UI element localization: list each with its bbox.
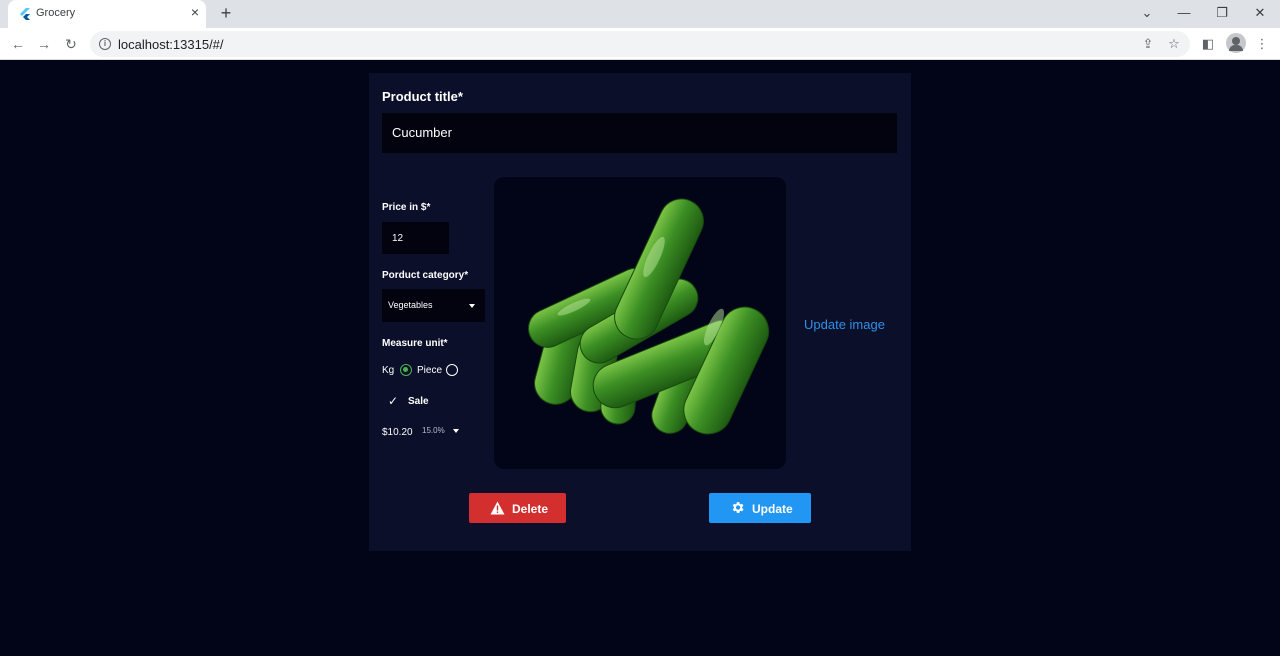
new-tab-button[interactable]: +	[217, 4, 235, 22]
url-text[interactable]: localhost:13315/#/	[118, 37, 224, 52]
cucumber-image	[527, 198, 770, 435]
product-title-label: Product title*	[382, 89, 463, 104]
site-info-icon[interactable]: i	[99, 38, 111, 50]
menu-dots-icon[interactable]: ⋮	[1253, 35, 1271, 53]
bookmark-star-icon[interactable]: ☆	[1166, 36, 1182, 52]
radio-kg[interactable]	[400, 364, 412, 376]
sale-percent-value: 15.0%	[422, 426, 445, 435]
radio-label-kg: Kg	[382, 365, 395, 376]
flutter-icon	[20, 8, 30, 20]
gear-icon	[732, 502, 744, 513]
reload-icon[interactable]: ↻	[62, 35, 80, 53]
tab-strip: Grocery × + ⌄ — ❐ ✕	[0, 0, 1280, 28]
radio-label-piece: Piece	[417, 365, 443, 376]
product-image	[494, 177, 786, 469]
share-icon[interactable]: ⇪	[1140, 36, 1156, 52]
sale-label: Sale	[408, 396, 429, 407]
forward-icon[interactable]: →	[35, 35, 53, 53]
side-panel-icon[interactable]: ◧	[1199, 35, 1217, 53]
dropdown-arrow-icon	[469, 304, 475, 308]
measure-unit-label: Measure unit*	[382, 338, 448, 349]
category-label: Porduct category*	[382, 270, 469, 281]
tab-close-icon[interactable]: ×	[188, 5, 202, 19]
radio-piece[interactable]	[446, 364, 458, 376]
warning-icon	[490, 501, 505, 515]
profile-avatar[interactable]	[1226, 33, 1246, 53]
category-dropdown[interactable]: Vegetables	[382, 289, 485, 322]
product-title-input[interactable]: Cucumber	[382, 113, 897, 153]
back-icon[interactable]: ←	[9, 35, 27, 53]
price-input[interactable]: 12	[382, 222, 449, 254]
delete-button[interactable]: Delete	[469, 493, 566, 523]
app-body: Product title* Cucumber Price in $* 12 P…	[0, 60, 1280, 656]
update-button[interactable]: Update	[709, 493, 811, 523]
sale-price: $10.20	[382, 427, 413, 438]
tab-search-icon[interactable]: ⌄	[1137, 4, 1157, 22]
browser-toolbar: ← → ↻ i localhost:13315/#/ ⇪ ☆ ◧ ⋮	[0, 28, 1280, 60]
tab-title: Grocery	[36, 7, 76, 19]
sale-percent-dropdown[interactable]: 15.0%	[422, 426, 459, 435]
category-value: Vegetables	[388, 300, 433, 310]
close-window-button[interactable]: ✕	[1250, 4, 1270, 22]
update-image-link[interactable]: Update image	[804, 317, 885, 332]
delete-button-label: Delete	[512, 502, 549, 516]
browser-chrome: Grocery × + ⌄ — ❐ ✕ ← → ↻ i localhost:13…	[0, 0, 1280, 60]
price-label: Price in $*	[382, 202, 431, 213]
address-bar[interactable]: i localhost:13315/#/ ⇪ ☆	[90, 31, 1190, 57]
browser-tab[interactable]: Grocery ×	[8, 0, 206, 28]
checkmark-icon[interactable]: ✓	[386, 394, 400, 408]
dropdown-arrow-icon	[453, 429, 459, 433]
restore-button[interactable]: ❐	[1212, 4, 1232, 22]
product-edit-card: Product title* Cucumber Price in $* 12 P…	[369, 73, 911, 551]
update-button-label: Update	[752, 502, 793, 516]
minimize-button[interactable]: —	[1174, 4, 1194, 22]
